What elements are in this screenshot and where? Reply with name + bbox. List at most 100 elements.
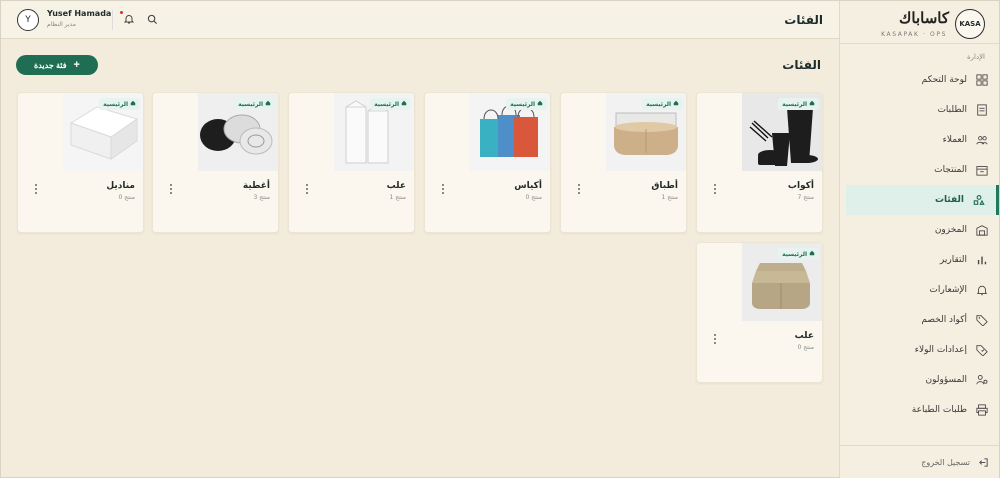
sidebar-item-customers[interactable]: العملاء [839, 125, 999, 155]
more-options-icon[interactable] [712, 184, 718, 196]
category-thumbnail: الرئيسية [742, 93, 822, 171]
category-product-count: 0 منتج [797, 344, 814, 351]
category-thumbnail: الرئيسية [334, 93, 414, 171]
sidebar: KASA كاساباك KASAPAK · OPS الإدارة لوحة … [839, 1, 999, 478]
category-card[interactable]: الرئيسية علب 0 منتج [696, 242, 823, 383]
new-category-label: فئة جديدة [34, 60, 67, 70]
home-badge-label: الرئيسية [103, 100, 128, 108]
sidebar-item-label: المنتجات [934, 165, 967, 175]
user-role: مدير النظام [47, 21, 77, 28]
sidebar-item-label: الطلبات [937, 105, 967, 115]
warehouse-icon [975, 223, 989, 237]
category-product-count: 3 منتج [253, 194, 270, 201]
sidebar-item-tag[interactable]: أكواد الخصم [839, 305, 999, 335]
main-title: الفئات [782, 58, 821, 72]
sidebar-item-reports[interactable]: التقارير [839, 245, 999, 275]
sidebar-item-categories[interactable]: الفئات [846, 185, 999, 215]
app-window: Y Yusef Hamada مدير النظام الفئات فئة جد… [0, 0, 1000, 478]
brand-name-en: KASAPAK · OPS [881, 31, 947, 38]
user-name: Yusef Hamada [47, 9, 112, 18]
home-badge: الرئيسية [234, 98, 275, 110]
logout-label: تسجيل الخروج [921, 458, 970, 467]
more-options-icon[interactable] [440, 184, 446, 196]
home-badge-label: الرئيسية [782, 250, 807, 258]
category-name: علب [794, 331, 814, 341]
home-badge: الرئيسية [778, 98, 819, 110]
home-badge-label: الرئيسية [374, 100, 399, 108]
home-icon [265, 100, 271, 108]
customers-icon [975, 133, 989, 147]
home-icon [673, 100, 679, 108]
home-badge: الرئيسية [99, 98, 140, 110]
page-title: الفئات [784, 13, 823, 27]
category-card[interactable]: الرئيسية علب 1 منتج [288, 92, 415, 233]
sidebar-item-admins[interactable]: المسؤولون [839, 365, 999, 395]
brand-logo: KASA كاساباك KASAPAK · OPS [841, 7, 991, 43]
sidebar-item-label: التقارير [939, 255, 967, 265]
category-name: أكياس [514, 181, 542, 191]
avatar[interactable]: Y [17, 9, 39, 31]
sidebar-item-orders[interactable]: الطلبات [839, 95, 999, 125]
categories-icon [972, 193, 986, 207]
sidebar-item-printer[interactable]: طلبات الطباعة [839, 395, 999, 425]
category-product-count: 1 منتج [389, 194, 406, 201]
category-name: مناديل [106, 181, 135, 191]
category-card[interactable]: الرئيسية أطباق 1 منتج [560, 92, 687, 233]
sidebar-item-label: المسؤولون [925, 375, 967, 385]
reports-icon [975, 253, 989, 267]
category-thumbnail: الرئيسية [198, 93, 278, 171]
brand-name-ar: كاساباك [899, 9, 949, 27]
category-name: أغطية [242, 181, 270, 191]
more-options-icon[interactable] [304, 184, 310, 196]
sidebar-item-label: المخزون [934, 225, 967, 235]
sidebar-item-label: العملاء [942, 135, 967, 145]
more-options-icon[interactable] [33, 184, 39, 196]
more-options-icon[interactable] [576, 184, 582, 196]
products-icon [975, 163, 989, 177]
sidebar-item-dashboard[interactable]: لوحة التحكم [839, 65, 999, 95]
sidebar-item-bell[interactable]: الإشعارات [839, 275, 999, 305]
category-thumbnail: الرئيسية [63, 93, 143, 171]
sidebar-item-label: لوحة التحكم [921, 75, 967, 85]
category-name: علب [386, 181, 406, 191]
search-icon[interactable] [147, 14, 158, 25]
logout-button[interactable]: تسجيل الخروج [921, 457, 989, 468]
category-card[interactable]: الرئيسية أكواب 7 منتج [696, 92, 823, 233]
more-options-icon[interactable] [168, 184, 174, 196]
orders-icon [975, 103, 989, 117]
loyalty-icon [975, 343, 989, 357]
bell-icon[interactable] [123, 13, 135, 25]
plus-icon: + [73, 58, 80, 71]
category-card[interactable]: الرئيسية أكياس 0 منتج [424, 92, 551, 233]
category-product-count: 0 منتج [118, 194, 135, 201]
sidebar-item-warehouse[interactable]: المخزون [839, 215, 999, 245]
home-badge-label: الرئيسية [782, 100, 807, 108]
sidebar-item-products[interactable]: المنتجات [839, 155, 999, 185]
category-name: أكواب [787, 181, 814, 191]
category-product-count: 0 منتج [525, 194, 542, 201]
home-badge: الرئيسية [370, 98, 411, 110]
home-badge: الرئيسية [778, 248, 819, 260]
new-category-button[interactable]: فئة جديدة + [16, 55, 98, 75]
home-badge: الرئيسية [506, 98, 547, 110]
tag-icon [975, 313, 989, 327]
sidebar-item-label: الإشعارات [929, 285, 967, 295]
top-header: Y Yusef Hamada مدير النظام الفئات [1, 1, 841, 39]
admins-icon [975, 373, 989, 387]
bell-icon [975, 283, 989, 297]
header-divider [112, 10, 113, 30]
sidebar-divider [840, 43, 999, 44]
sidebar-item-label: أكواد الخصم [921, 315, 967, 325]
sidebar-item-loyalty[interactable]: إعدادات الولاء [839, 335, 999, 365]
home-badge: الرئيسية [642, 98, 683, 110]
home-icon [401, 100, 407, 108]
sidebar-item-label: طلبات الطباعة [911, 405, 967, 415]
home-badge-label: الرئيسية [510, 100, 535, 108]
category-thumbnail: الرئيسية [470, 93, 550, 171]
sidebar-nav: لوحة التحكم الطلبات العملاء المنتجات الفئات ا… [839, 65, 999, 425]
sidebar-section-label: الإدارة [966, 53, 985, 61]
category-card[interactable]: الرئيسية مناديل 0 منتج [17, 92, 144, 233]
category-card[interactable]: الرئيسية أغطية 3 منتج [152, 92, 279, 233]
sidebar-item-label: إعدادات الولاء [914, 345, 967, 355]
more-options-icon[interactable] [712, 334, 718, 346]
